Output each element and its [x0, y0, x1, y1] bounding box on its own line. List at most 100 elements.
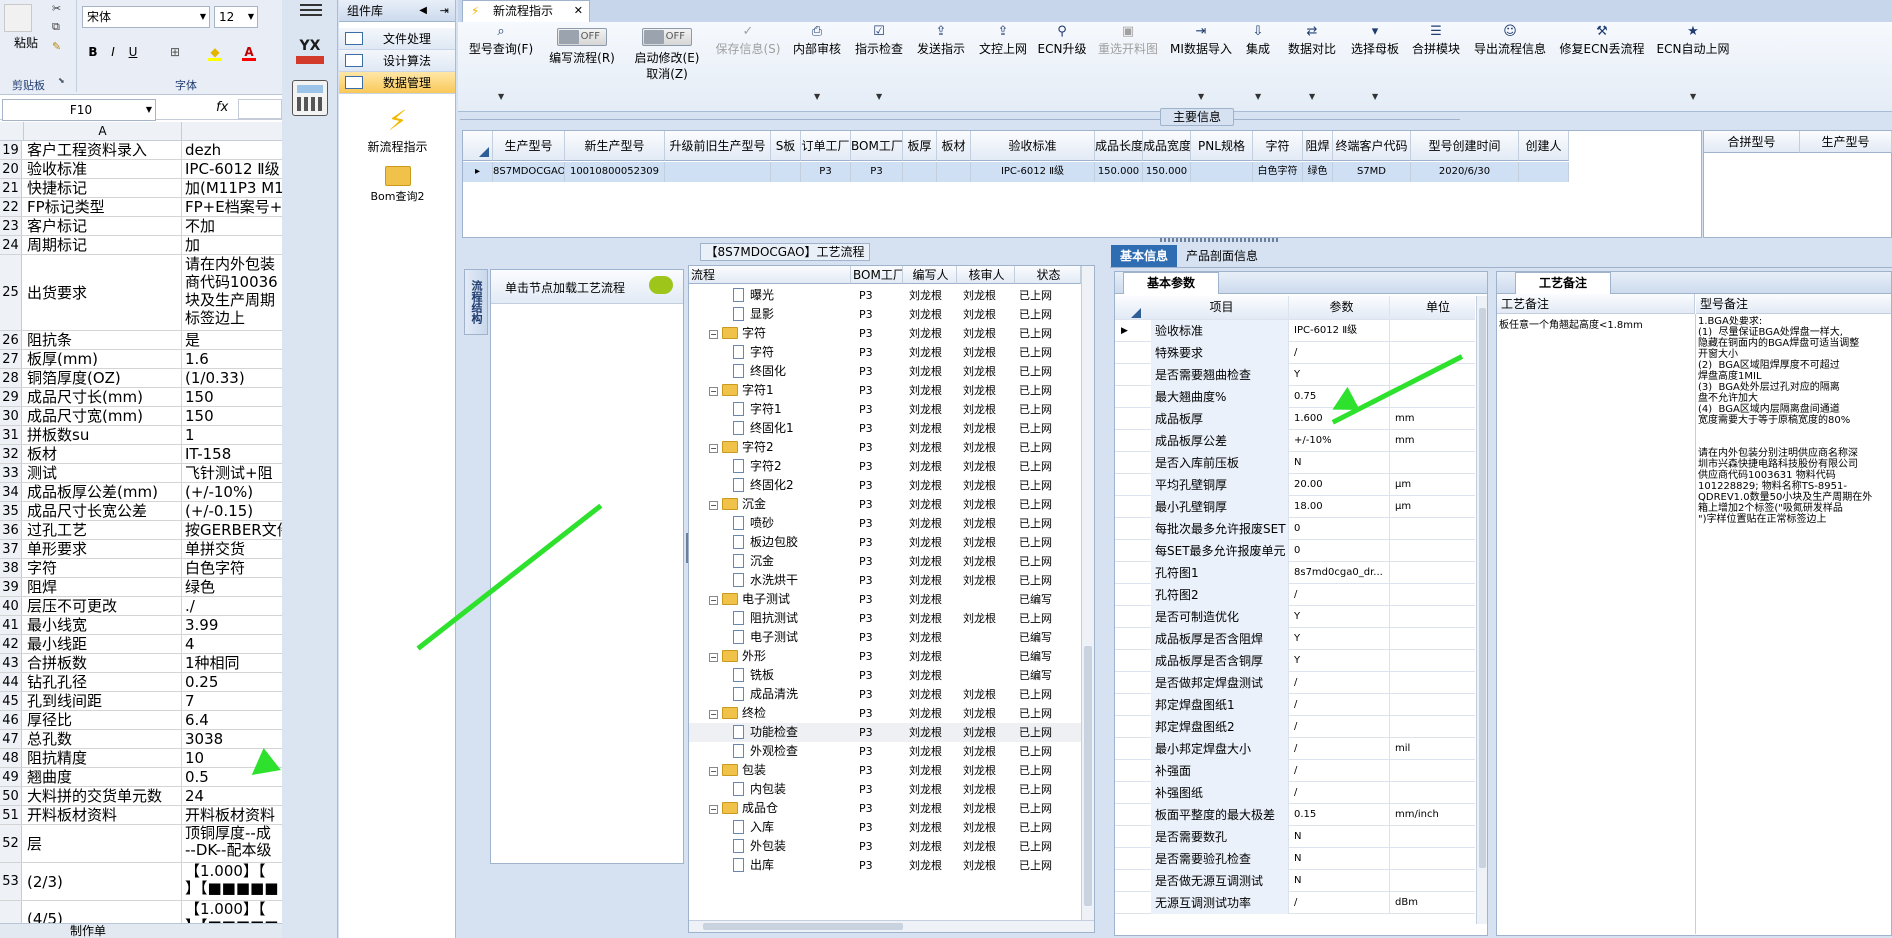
main-row-cell[interactable]: IPC-6012 Ⅱ级 [971, 162, 1095, 182]
row-number[interactable]: 38 [0, 559, 22, 577]
cell-a[interactable]: 总孔数 [23, 730, 182, 748]
column-header[interactable]: 新生产型号 [565, 131, 665, 161]
excel-row[interactable]: 46 厚径比 6.4 [0, 711, 282, 730]
main-row-cell[interactable]: 10010800052309 [565, 162, 665, 182]
row-number[interactable]: 35 [0, 502, 22, 520]
cell-a[interactable]: 单形要求 [23, 540, 182, 558]
toolbar-button-17[interactable]: ★ ECN自动上网 ▼ [1650, 22, 1736, 110]
cell-b[interactable]: 顶铜厚度--成 --DK--配本级 [183, 825, 282, 862]
column-header[interactable]: 升级前旧生产型号 [665, 131, 771, 161]
collapse-icon[interactable]: − [709, 330, 718, 339]
excel-row[interactable]: 38 字符 白色字符 [0, 559, 282, 578]
cell-b[interactable]: (+/-0.15) [183, 502, 282, 520]
row-number[interactable]: 42 [0, 635, 22, 653]
param-row[interactable]: 成品板厚公差 +/-10% mm [1115, 430, 1475, 452]
cell-a[interactable]: (4/5) [23, 901, 182, 923]
toolbar-button-12[interactable]: ⇄ 数据对比 ▼ [1280, 22, 1344, 110]
toggle-switch[interactable]: OFF [557, 28, 607, 46]
fx-icon[interactable]: fx [216, 100, 228, 115]
cell-b[interactable]: 1.6 [183, 350, 282, 368]
cell-a[interactable]: 铜箔厚度(OZ) [23, 369, 182, 387]
tree-node-row[interactable]: − 字符1 P3 刘龙根 刘龙根 已上网 [689, 381, 1081, 400]
tab-new-flow[interactable]: ⚡ 新流程指示 ✕ [462, 0, 590, 22]
excel-row[interactable]: 32 板材 IT-158 [0, 445, 282, 464]
cell-a[interactable]: FP标记类型 [23, 198, 182, 216]
toolbar-button-2[interactable]: OFF 启动修改(E) 取消(Z) [624, 22, 710, 110]
column-header[interactable]: 板材 [937, 131, 971, 161]
cell-a[interactable]: 层压不可更改 [23, 597, 182, 615]
cell-b[interactable]: 4 [183, 635, 282, 653]
main-row-cell[interactable] [903, 162, 937, 182]
cell-a[interactable]: 最小线距 [23, 635, 182, 653]
excel-row[interactable]: 44 钻孔孔径 0.25 [0, 673, 282, 692]
excel-row[interactable]: 42 最小线距 4 [0, 635, 282, 654]
row-number[interactable]: 25 [0, 255, 22, 330]
cell-b[interactable]: dezh [183, 141, 282, 159]
excel-row[interactable]: 35 成品尺寸长宽公差 (+/-0.15) [0, 502, 282, 521]
cell-a[interactable]: 合拼板数 [23, 654, 182, 672]
cell-a[interactable]: 拼板数su [23, 426, 182, 444]
param-value[interactable]: +/-10% [1290, 430, 1390, 452]
main-row-cell[interactable] [937, 162, 971, 182]
cell-b[interactable]: 7 [183, 692, 282, 710]
tree-node-row[interactable]: 显影 P3 刘龙根 刘龙根 已上网 [689, 305, 1081, 324]
cell-b[interactable]: 开料板材资料 [183, 806, 282, 824]
param-row[interactable]: 每SET最多允许报废单元 0 [1115, 540, 1475, 562]
merge-column-header[interactable]: 生产型号 [1800, 131, 1892, 153]
param-row[interactable]: 是否做无源互调测试 N [1115, 870, 1475, 892]
row-number[interactable] [0, 901, 22, 923]
main-row-cell[interactable]: 150.000 [1143, 162, 1191, 182]
tab-product-profile[interactable]: 产品剖面信息 [1186, 245, 1258, 267]
excel-row[interactable]: 41 最小线宽 3.99 [0, 616, 282, 635]
cell-a[interactable]: 孔到线间距 [23, 692, 182, 710]
tree-scrollbar[interactable] [1081, 266, 1094, 920]
tree-node-row[interactable]: − 外形 P3 刘龙根 已编写 [689, 647, 1081, 666]
param-value[interactable]: / [1290, 760, 1390, 782]
row-number[interactable]: 21 [0, 179, 22, 197]
cell-a[interactable]: 厚径比 [23, 711, 182, 729]
main-row-cell[interactable]: P3 [851, 162, 903, 182]
column-header[interactable]: PNL规格 [1191, 131, 1253, 161]
param-value[interactable]: / [1290, 694, 1390, 716]
toolbar-button-15[interactable]: ☺ 导出流程信息 [1466, 22, 1554, 110]
row-number[interactable]: 45 [0, 692, 22, 710]
column-header[interactable]: 终端客户代码 [1333, 131, 1411, 161]
pin-icon[interactable]: ⇥ [440, 0, 449, 22]
row-number[interactable]: 49 [0, 768, 22, 786]
cell-a[interactable]: 板厚(mm) [23, 350, 182, 368]
cell-a[interactable]: 快捷标记 [23, 179, 182, 197]
column-header[interactable]: 成品长度 [1095, 131, 1143, 161]
collapse-icon[interactable]: − [709, 805, 718, 814]
toggle-switch[interactable]: OFF [642, 28, 692, 46]
underline-button[interactable]: U [124, 42, 142, 60]
tree-column-header[interactable]: 核审人 [957, 266, 1015, 284]
excel-row[interactable]: 53 (2/3) 【1.000】【 】【■■■■■ [0, 863, 282, 901]
row-number[interactable]: 44 [0, 673, 22, 691]
row-number[interactable]: 27 [0, 350, 22, 368]
column-header[interactable]: 字符 [1253, 131, 1303, 161]
row-selector-icon[interactable]: ▸ [463, 162, 493, 182]
row-number[interactable]: 22 [0, 198, 22, 216]
paste-icon[interactable] [4, 4, 32, 32]
param-value[interactable]: / [1290, 716, 1390, 738]
main-row-cell[interactable]: P3 [801, 162, 851, 182]
cell-b[interactable]: 【1.000】【 】【■■■■■ [183, 863, 282, 900]
param-row[interactable]: 是否可制造优化 Y [1115, 606, 1475, 628]
collapse-icon[interactable]: − [709, 501, 718, 510]
param-value[interactable]: Y [1290, 628, 1390, 650]
param-value[interactable]: N [1290, 848, 1390, 870]
row-number[interactable]: 52 [0, 825, 22, 862]
row-number[interactable]: 19 [0, 141, 22, 159]
params-col-unit[interactable]: 单位 [1391, 296, 1475, 318]
excel-row[interactable]: 48 阻抗精度 10 [0, 749, 282, 768]
param-row[interactable]: 孔符图2/ [1115, 584, 1475, 606]
param-row[interactable]: 补强面 / [1115, 760, 1475, 782]
row-number[interactable]: 50 [0, 787, 22, 805]
collapse-icon[interactable]: − [709, 596, 718, 605]
tree-node-row[interactable]: 字符1 P3 刘龙根 刘龙根 已上网 [689, 400, 1081, 419]
param-row[interactable]: 是否需要验孔检查 N [1115, 848, 1475, 870]
tree-node-row[interactable]: 终固化1 P3 刘龙根 刘龙根 已上网 [689, 419, 1081, 438]
nav-item-data-management[interactable]: 数据管理 [339, 72, 455, 94]
toolbar-button-3[interactable]: ✓ 保存信息(S) [710, 22, 786, 110]
column-header-a[interactable]: A [23, 122, 182, 141]
